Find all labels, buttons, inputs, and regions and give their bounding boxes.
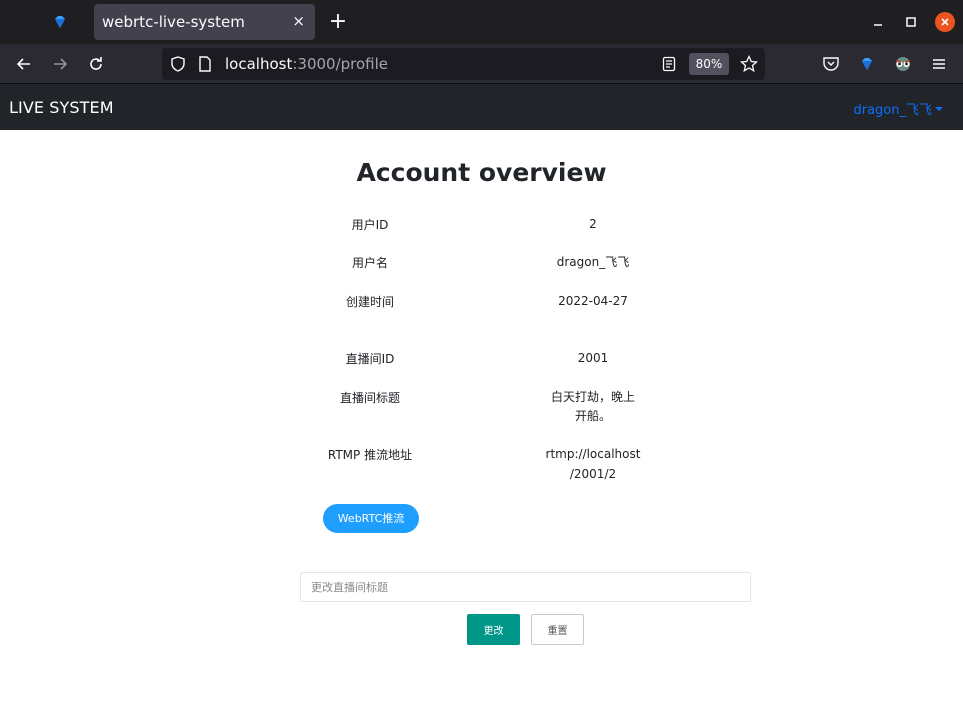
- field-value-line1: rtmp://localhost: [545, 447, 641, 461]
- reload-button[interactable]: [84, 52, 108, 76]
- user-dropdown[interactable]: dragon_飞飞: [853, 99, 943, 118]
- pocket-icon: [823, 57, 839, 71]
- window-close-button[interactable]: [935, 12, 955, 32]
- field-value-line2: /2001/2: [569, 467, 617, 481]
- new-tab-button[interactable]: +: [326, 8, 350, 36]
- url-host: localhost: [225, 55, 293, 73]
- reader-view-icon[interactable]: [662, 56, 676, 72]
- window-minimize-button[interactable]: [868, 12, 888, 32]
- gem-icon: [862, 58, 872, 70]
- window-maximize-button[interactable]: [901, 12, 921, 32]
- app-header: LIVE SYSTEM dragon_飞飞: [0, 84, 963, 130]
- page-icon: [199, 56, 211, 72]
- url-path: :3000/profile: [292, 55, 389, 73]
- room-title-input[interactable]: [300, 572, 751, 602]
- shield-icon: [171, 56, 185, 72]
- address-bar[interactable]: localhost:3000/profile 80%: [162, 48, 765, 80]
- reload-icon: [90, 57, 102, 70]
- active-tab[interactable]: webrtc-live-system ×: [94, 4, 315, 40]
- brand-logo-text[interactable]: LIVE SYSTEM: [9, 98, 114, 117]
- back-button[interactable]: [12, 52, 36, 76]
- field-value: 2: [589, 217, 597, 231]
- field-label: 直播间ID: [345, 352, 395, 366]
- forward-button[interactable]: [48, 52, 72, 76]
- pinned-tab[interactable]: [46, 8, 74, 36]
- arrow-right-icon: [54, 58, 68, 70]
- tab-title: webrtc-live-system: [102, 13, 245, 31]
- zoom-level-badge[interactable]: 80%: [689, 53, 729, 75]
- extension-mask-button[interactable]: [891, 52, 915, 76]
- field-value-line1: 白天打劫，晚上: [550, 390, 635, 404]
- field-value-line2: 开船。: [574, 409, 611, 423]
- menu-button[interactable]: [927, 52, 951, 76]
- webrtc-push-button[interactable]: WebRTC推流: [323, 504, 419, 533]
- star-icon[interactable]: [740, 55, 758, 73]
- caret-down-icon: [935, 106, 943, 111]
- mask-icon: [895, 57, 911, 71]
- browser-tab-strip: webrtc-live-system × +: [0, 0, 963, 44]
- field-label: 用户名: [351, 256, 388, 270]
- field-value: 2022-04-27: [558, 294, 628, 308]
- pocket-button[interactable]: [819, 52, 843, 76]
- maximize-icon: [906, 17, 916, 27]
- browser-toolbar: localhost:3000/profile 80%: [0, 44, 963, 84]
- minimize-icon: [874, 24, 882, 26]
- field-value: 2001: [577, 351, 609, 365]
- tab-close-icon[interactable]: ×: [292, 12, 305, 30]
- hamburger-icon: [933, 59, 945, 69]
- submit-change-button[interactable]: 更改: [467, 614, 520, 645]
- url-text: localhost:3000/profile: [225, 55, 388, 73]
- page-title: Account overview: [356, 158, 607, 187]
- reset-button[interactable]: 重置: [531, 614, 584, 645]
- extension-gem-button[interactable]: [855, 52, 879, 76]
- field-label: RTMP 推流地址: [327, 448, 413, 462]
- field-value: dragon_飞飞: [556, 255, 630, 269]
- field-label: 创建时间: [345, 295, 394, 309]
- gem-icon: [55, 16, 65, 28]
- field-label: 用户ID: [351, 218, 389, 232]
- close-icon: [941, 18, 949, 26]
- field-label: 直播间标题: [339, 391, 400, 405]
- arrow-left-icon: [16, 58, 30, 70]
- user-name: dragon_飞飞: [853, 103, 932, 118]
